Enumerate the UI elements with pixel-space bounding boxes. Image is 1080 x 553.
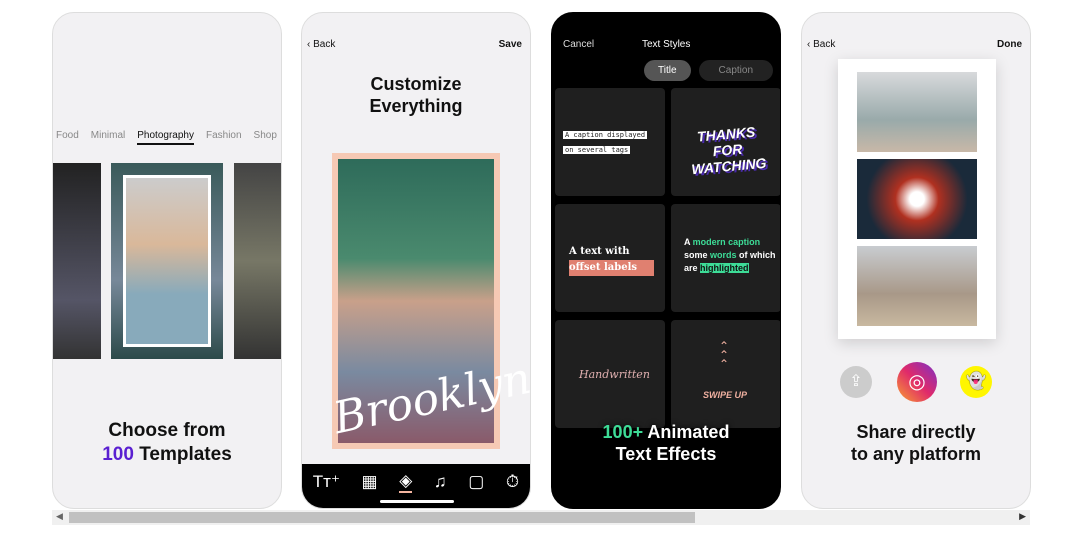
chevron-up-icon: ⌃ ⌃ ⌃ [719, 339, 730, 371]
caption-line1: Share directly [856, 422, 976, 442]
music-icon[interactable]: ♫ [434, 472, 447, 492]
handwritten-text: Handwritten [579, 368, 650, 381]
style-handwritten[interactable]: Handwritten [555, 320, 665, 428]
style-swipe-up[interactable]: ⌃ ⌃ ⌃ SWIPE UP [671, 320, 780, 428]
caption-line1: Choose from [108, 420, 226, 441]
done-button[interactable]: Done [997, 39, 1022, 50]
modern-green: modern caption [692, 237, 761, 247]
scrollbar-thumb[interactable] [69, 512, 695, 523]
thanks-text: THANKS FOR WATCHING [690, 123, 768, 178]
modern-words: words [710, 250, 737, 260]
back-label: Back [313, 39, 336, 50]
caption: Share directly to any platform [802, 421, 1030, 465]
style-thanks[interactable]: THANKS FOR WATCHING [671, 88, 780, 196]
style-offset[interactable]: A text with offset labels [555, 204, 665, 312]
resize-icon[interactable]: ▢ [468, 472, 484, 492]
caption-rest: Templates [133, 444, 232, 465]
scroll-right-arrow[interactable]: ▶ [1019, 511, 1026, 522]
caption-line2: to any platform [850, 444, 981, 464]
template-portrait[interactable] [111, 163, 223, 359]
story-preview[interactable]: Brooklyn [329, 153, 530, 449]
back-label: Back [813, 39, 836, 50]
collage-photo-1 [857, 72, 977, 152]
tab-caption[interactable]: Caption [698, 60, 773, 81]
caption-rest: Animated [643, 422, 730, 442]
template-food[interactable] [234, 163, 281, 359]
category-fashion[interactable]: Fashion [206, 130, 242, 145]
collage [838, 59, 996, 339]
title-line1: Customize [370, 74, 462, 94]
instagram-icon[interactable]: ◎ [897, 362, 937, 402]
modern-highlighted: highlighted [700, 263, 749, 273]
swipe-text: SWIPE UP [703, 390, 748, 400]
category-minimal[interactable]: Minimal [91, 130, 125, 145]
template-city[interactable] [53, 163, 101, 359]
horizontal-scrollbar[interactable]: ◀ ▶ [52, 510, 1030, 525]
tab-title[interactable]: Title [644, 60, 691, 81]
modern-some: some [684, 250, 711, 260]
snapchat-icon[interactable]: 👻 [960, 366, 992, 398]
caption-number: 100+ [602, 422, 644, 442]
caption-number: 100 [102, 444, 134, 465]
home-indicator [380, 500, 454, 503]
layout-icon[interactable]: ▦ [362, 472, 378, 492]
collage-photo-3 [857, 246, 977, 326]
scroll-left-arrow[interactable]: ◀ [56, 511, 63, 522]
back-button[interactable]: ‹ Back [307, 39, 335, 50]
share-icon[interactable]: ⇪ [840, 366, 872, 398]
style-modern[interactable]: A modern caption some words of which are… [671, 204, 780, 312]
screenshot-text-styles[interactable]: Cancel Text Styles Title Caption D A cap… [551, 12, 781, 509]
text-add-icon[interactable]: Tт⁺ [313, 472, 340, 492]
style-mono-tags[interactable]: A caption displayed on several tags [555, 88, 665, 196]
caption: Choose from 100 Templates [53, 419, 281, 467]
cancel-button[interactable]: Cancel [563, 39, 594, 50]
offset-text: A text with offset labels [569, 244, 654, 276]
category-photography[interactable]: Photography [137, 130, 194, 145]
timer-icon[interactable]: ⏱ [506, 472, 519, 492]
mono-line1: A caption displayed [563, 131, 648, 139]
title-line2: Everything [369, 96, 463, 116]
modern-a: A [684, 237, 693, 247]
collage-photo-2 [857, 159, 977, 239]
caption-line2: Text Effects [615, 444, 717, 464]
category-shop[interactable]: Shop [254, 130, 277, 145]
back-button[interactable]: ‹ Back [807, 39, 835, 50]
save-button[interactable]: Save [499, 39, 522, 50]
fill-icon[interactable]: ◈ [399, 471, 413, 493]
style-tabs: Title Caption D [644, 60, 780, 81]
category-tabs: Food Minimal Photography Fashion Shop [56, 130, 277, 145]
screenshot-share[interactable]: ‹ Back Done ⇪ ◎ 👻 Share directly to any p… [801, 12, 1031, 509]
mono-line2: on several tags [563, 146, 631, 154]
category-food[interactable]: Food [56, 130, 79, 145]
screen-title: Text Styles [642, 39, 691, 50]
caption: 100+ Animated Text Effects [552, 421, 780, 465]
screenshot-templates[interactable]: Food Minimal Photography Fashion Shop Ch… [52, 12, 282, 509]
title: Customize Everything [302, 73, 530, 117]
screenshot-customize[interactable]: ‹ Back Save Customize Everything Brooklyn… [301, 12, 531, 509]
